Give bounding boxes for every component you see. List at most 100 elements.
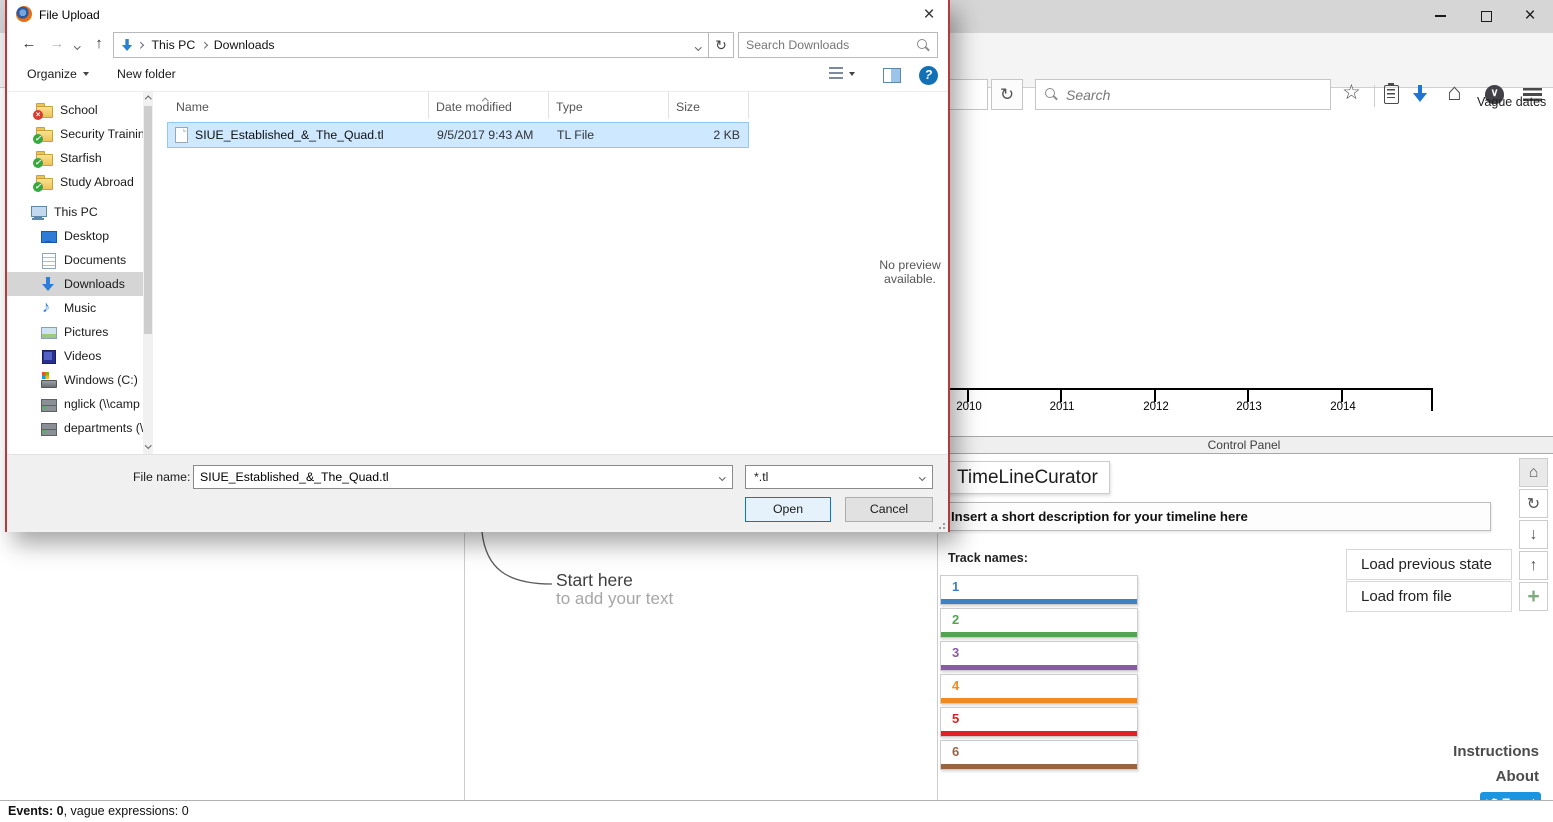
- preview-pane-icon: [883, 68, 901, 83]
- address-bar[interactable]: This PC Downloads: [113, 32, 709, 58]
- instructions-link[interactable]: Instructions: [1339, 743, 1539, 760]
- track-name-input-3[interactable]: 3: [940, 641, 1138, 671]
- scroll-up-icon[interactable]: [144, 94, 152, 104]
- sidebar-item-documents[interactable]: Documents: [7, 248, 143, 272]
- open-button[interactable]: Open: [745, 497, 831, 522]
- up-button[interactable]: ↑: [87, 32, 111, 57]
- file-type-filter-combo[interactable]: *.tl: [745, 465, 933, 489]
- timeline-description-input[interactable]: [939, 503, 1490, 530]
- load-from-file-button[interactable]: Load from file: [1346, 581, 1512, 612]
- sync-ok-badge-icon: [33, 182, 43, 192]
- move-up-button[interactable]: ↑: [1519, 551, 1548, 580]
- file-name: SIUE_Established_&_The_Quad.tl: [195, 128, 384, 142]
- new-folder-button[interactable]: New folder: [117, 67, 176, 81]
- track-name-input-5[interactable]: 5: [940, 707, 1138, 737]
- file-list: Name Date modified Type Size SIUE_Establ…: [165, 92, 757, 454]
- home-view-button[interactable]: ⌂: [1519, 458, 1548, 487]
- bookmark-star-icon[interactable]: ☆: [1342, 82, 1361, 104]
- load-previous-state-button[interactable]: Load previous state: [1346, 549, 1512, 580]
- computer-icon: [30, 204, 47, 220]
- firefox-icon: [16, 6, 32, 22]
- refresh-button[interactable]: ↻: [709, 32, 734, 58]
- sync-ok-badge-icon: [33, 158, 43, 168]
- pictures-icon: [40, 324, 57, 340]
- dialog-close-icon[interactable]: ×: [915, 3, 943, 27]
- add-button[interactable]: +: [1519, 582, 1548, 611]
- redo-button[interactable]: ↻: [1519, 489, 1548, 518]
- sidebar-scrollbar[interactable]: [143, 92, 153, 454]
- views-icon: [829, 67, 843, 80]
- sidebar-item-pictures[interactable]: Pictures: [7, 320, 143, 344]
- downloads-arrow-icon[interactable]: [1412, 85, 1428, 103]
- address-dropdown-chevron[interactable]: [688, 38, 709, 52]
- browser-search-box[interactable]: [1035, 79, 1331, 110]
- file-name-combo[interactable]: [193, 465, 733, 489]
- sidebar-item-windows-c[interactable]: Windows (C:): [7, 368, 143, 392]
- document-icon: [40, 252, 57, 268]
- about-link[interactable]: About: [1339, 768, 1539, 785]
- window-close-button[interactable]: ×: [1509, 1, 1551, 31]
- move-down-button[interactable]: ↓: [1519, 520, 1548, 549]
- sidebar-item-school[interactable]: School: [7, 98, 143, 122]
- dialog-titlebar[interactable]: File Upload ×: [7, 0, 948, 30]
- scroll-down-icon[interactable]: [144, 440, 152, 450]
- recent-locations-chevron[interactable]: [69, 32, 85, 57]
- reading-list-icon[interactable]: [1384, 85, 1399, 104]
- views-button[interactable]: [829, 67, 855, 80]
- dialog-search-box[interactable]: [738, 32, 938, 58]
- forward-button[interactable]: →: [45, 32, 69, 57]
- window-minimize-button[interactable]: [1419, 1, 1461, 31]
- timeline-year-label: 2014: [1324, 401, 1362, 413]
- column-header-name[interactable]: Name: [176, 100, 209, 114]
- sidebar-item-starfish[interactable]: Starfish: [7, 146, 143, 170]
- track-name-input-6[interactable]: 6: [940, 740, 1138, 770]
- column-header-date-modified[interactable]: Date modified: [436, 100, 512, 114]
- track-name-input-2[interactable]: 2: [940, 608, 1138, 638]
- window-maximize-button[interactable]: [1465, 1, 1507, 31]
- text-panel-divider: [464, 533, 465, 800]
- breadcrumb-downloads[interactable]: Downloads: [207, 33, 282, 57]
- sidebar-item-departments[interactable]: departments (\: [7, 416, 143, 440]
- breadcrumb-this-pc[interactable]: This PC: [145, 33, 203, 57]
- track-name-input-1[interactable]: 1: [940, 575, 1138, 605]
- help-button[interactable]: ?: [919, 66, 938, 85]
- column-header-size[interactable]: Size: [676, 100, 700, 114]
- sidebar-item-this-pc[interactable]: This PC: [7, 200, 143, 224]
- videos-icon: [40, 348, 57, 364]
- home-icon[interactable]: ⌂: [1447, 80, 1462, 106]
- filter-dropdown-chevron[interactable]: [912, 466, 932, 488]
- browser-search-input[interactable]: [1066, 87, 1321, 103]
- track-name-input-4[interactable]: 4: [940, 674, 1138, 704]
- file-name-label: File name:: [133, 470, 190, 484]
- folder-icon: [36, 174, 53, 190]
- dialog-footer: File name: *.tl Open Cancel: [7, 454, 948, 532]
- timeline-year-label: 2013: [1230, 401, 1268, 413]
- sidebar-item-music[interactable]: Music: [7, 296, 143, 320]
- file-row-selected[interactable]: SIUE_Established_&_The_Quad.tl 9/5/2017 …: [167, 122, 749, 148]
- app-title: TimeLineCurator: [938, 461, 1110, 494]
- sidebar-item-desktop[interactable]: Desktop: [7, 224, 143, 248]
- column-header-type[interactable]: Type: [556, 100, 583, 114]
- sidebar-item-security-training[interactable]: Security Trainin: [7, 122, 143, 146]
- breadcrumb-chevron-icon: [137, 42, 143, 48]
- sidebar-item-study-abroad[interactable]: Study Abroad: [7, 170, 143, 194]
- sidebar-item-videos[interactable]: Videos: [7, 344, 143, 368]
- dialog-body: School Security Trainin Starfish Study A…: [7, 92, 948, 454]
- drive-icon: [40, 372, 57, 388]
- dropdown-triangle-icon: [849, 72, 855, 76]
- file-name-dropdown-chevron[interactable]: [712, 466, 732, 488]
- back-button[interactable]: ←: [17, 32, 41, 57]
- dialog-nav-row: ← → ↑ This PC Downloads ↻: [7, 30, 948, 60]
- sidebar-item-nglick[interactable]: nglick (\\camp: [7, 392, 143, 416]
- dialog-search-input[interactable]: [746, 38, 917, 52]
- preview-pane-button[interactable]: [883, 68, 901, 83]
- sidebar-item-downloads[interactable]: Downloads: [7, 272, 143, 296]
- reload-button[interactable]: ↻: [991, 79, 1023, 110]
- downloads-icon: [40, 276, 57, 292]
- resize-grip[interactable]: [937, 521, 945, 529]
- cancel-button[interactable]: Cancel: [845, 497, 933, 522]
- url-bar[interactable]: [946, 79, 988, 110]
- scrollbar-thumb[interactable]: [144, 106, 152, 334]
- file-name-input[interactable]: [194, 470, 712, 484]
- organize-button[interactable]: Organize: [27, 67, 89, 81]
